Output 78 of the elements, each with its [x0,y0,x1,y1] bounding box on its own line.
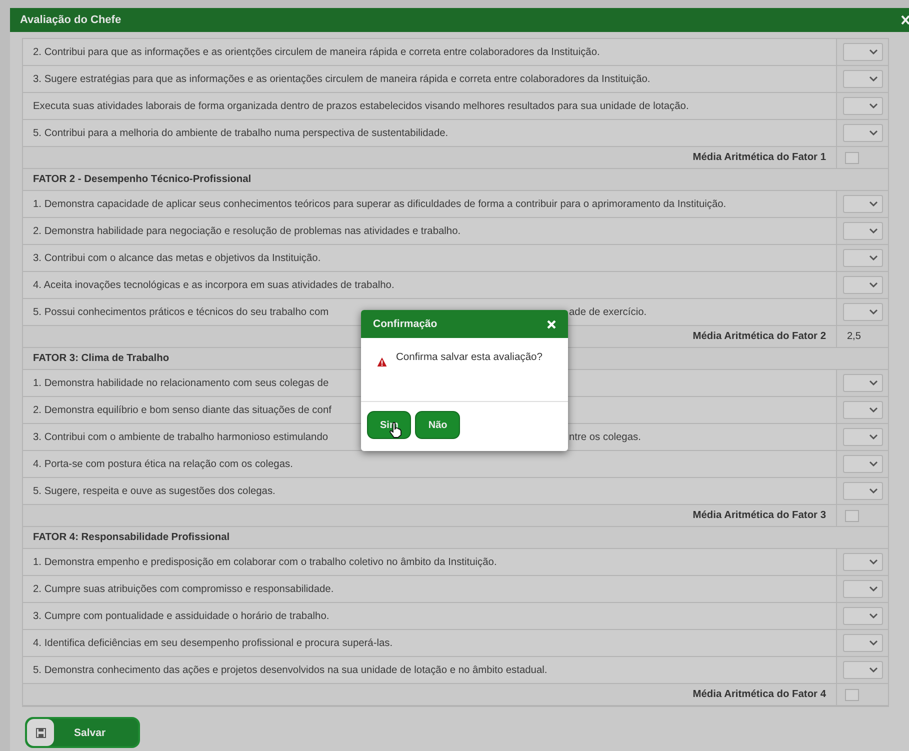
score-select[interactable] [842,249,882,267]
score-select[interactable] [842,303,882,321]
chevron-icon [868,667,878,673]
save-icon [36,728,46,738]
dialog-title: Confirmação [373,318,438,330]
average-field [845,510,859,522]
score-select[interactable] [842,580,882,598]
criterion-text: 5. Demonstra conhecimento das ações e projetos desenvolvidos na sua unidade de lotação e no âmbito estadual. [33,664,548,676]
score-select[interactable] [842,428,882,446]
criterion-text: 1. Demonstra habilidade no relacionamento com seus colegas de [33,378,329,388]
score-select[interactable] [842,222,882,240]
average-label: Média Aritmética do Fator 2 [692,331,826,342]
criterion-text: 3. Sugere estratégias para que as informações e as orientações circulem de maneira rápida e correta entre colaboradores da Instituição. [33,74,650,84]
score-select[interactable] [842,70,882,88]
criterion-text: ade de exercício. [569,306,647,320]
criterion-text: Executa suas atividades laborais de forma organizada dentro de prazos estabelecidos visando melhores resultados para sua unidade de lotação. [33,100,689,112]
chevron-icon [868,461,878,467]
criterion-text: 4. Aceita inovações tecnológicas e as incorpora em suas atividades de trabalho. [33,280,394,290]
average-label: Média Aritmética do Fator 4 [692,689,826,700]
average-field [845,688,859,700]
score-select[interactable] [842,97,882,115]
criterion-text: 3. Contribui com o alcance das metas e objetivos da Instituição. [33,252,321,264]
chevron-icon [868,586,878,592]
average-field [845,152,859,164]
save-button[interactable]: Salvar [25,717,140,748]
score-select[interactable] [842,124,882,142]
score-select[interactable] [842,553,882,571]
score-select[interactable] [842,401,882,419]
score-select[interactable] [842,455,882,473]
chevron-icon [868,434,878,440]
close-icon[interactable] [901,15,909,25]
criterion-text: 1. Demonstra empenho e predisposição em colaborar com o trabalho coletivo no âmbito da Instituição. [33,556,497,568]
chevron-icon [868,488,878,494]
chevron-icon [868,201,878,207]
section-heading: FATOR 4: Responsabilidade Profissional [33,532,230,543]
chevron-icon [868,282,878,288]
dialog-message: Confirma salvar esta avaliação? [396,352,543,363]
criterion-text: ntre os colegas. [569,430,641,444]
score-select[interactable] [842,43,882,61]
chevron-icon [868,228,878,234]
criterion-text: 2. Cumpre suas atribuições com compromisso e responsabilidade. [33,584,334,594]
chevron-icon [868,613,878,619]
warning-icon [377,357,387,367]
score-select[interactable] [842,195,882,213]
criterion-text: 2. Contribui para que as informações e as orientções circulem de maneira rápida e correta entre colaboradores da Instituição. [33,46,600,58]
score-select[interactable] [842,661,882,679]
section-heading: FATOR 2 - Desempenho Técnico-Profissional [33,174,252,185]
chevron-icon [868,103,878,109]
section-heading: FATOR 3: Clima de Trabalho [33,353,170,364]
score-select[interactable] [842,374,882,392]
criterion-text: 3. Contribui com o ambiente de trabalho harmonioso estimulando [33,432,328,442]
chevron-icon [868,407,878,413]
chevron-icon [868,76,878,82]
score-select[interactable] [842,634,882,652]
chevron-icon [868,380,878,386]
criterion-text: 1. Demonstra capacidade de aplicar seus conhecimentos teóricos para superar as dificuldades de forma a contribuir para o aprimoramento da Instituição. [33,198,726,210]
chevron-icon [868,130,878,136]
criterion-text: 4. Porta-se com postura ética na relação com os colegas. [33,458,293,470]
average-value: 2,5 [846,330,862,344]
criterion-text: 2. Demonstra habilidade para negociação e resolução de problemas nas atividades e trabalho. [33,226,461,236]
score-select[interactable] [842,607,882,625]
average-label: Média Aritmética do Fator 3 [692,510,826,521]
criterion-text: 4. Identifica deficiências em seu desempenho profissional e procura superá-las. [33,638,393,648]
criterion-text: 5. Possui conhecimentos práticos e técnicos do seu trabalho com [33,306,329,318]
chevron-icon [868,559,878,565]
chevron-icon [868,640,878,646]
criterion-text: 5. Sugere, respeita e ouve as sugestões dos colegas. [33,486,276,496]
chevron-icon [868,255,878,261]
window-title: Avaliação do Chefe [20,14,122,26]
criterion-text: 5. Contribui para a melhoria do ambiente de trabalho numa perspectiva de sustentabilidade. [33,128,448,138]
criterion-text: 3. Cumpre com pontualidade e assiduidade o horário de trabalho. [33,610,330,622]
criterion-text: 2. Demonstra equilíbrio e bom senso diante das situações de conf [33,404,332,416]
average-label: Média Aritmética do Fator 1 [692,152,826,163]
chevron-icon [868,309,878,315]
score-select[interactable] [842,482,882,500]
dialog-button[interactable]: Não [415,411,460,439]
score-select[interactable] [842,276,882,294]
chevron-icon [868,49,878,55]
